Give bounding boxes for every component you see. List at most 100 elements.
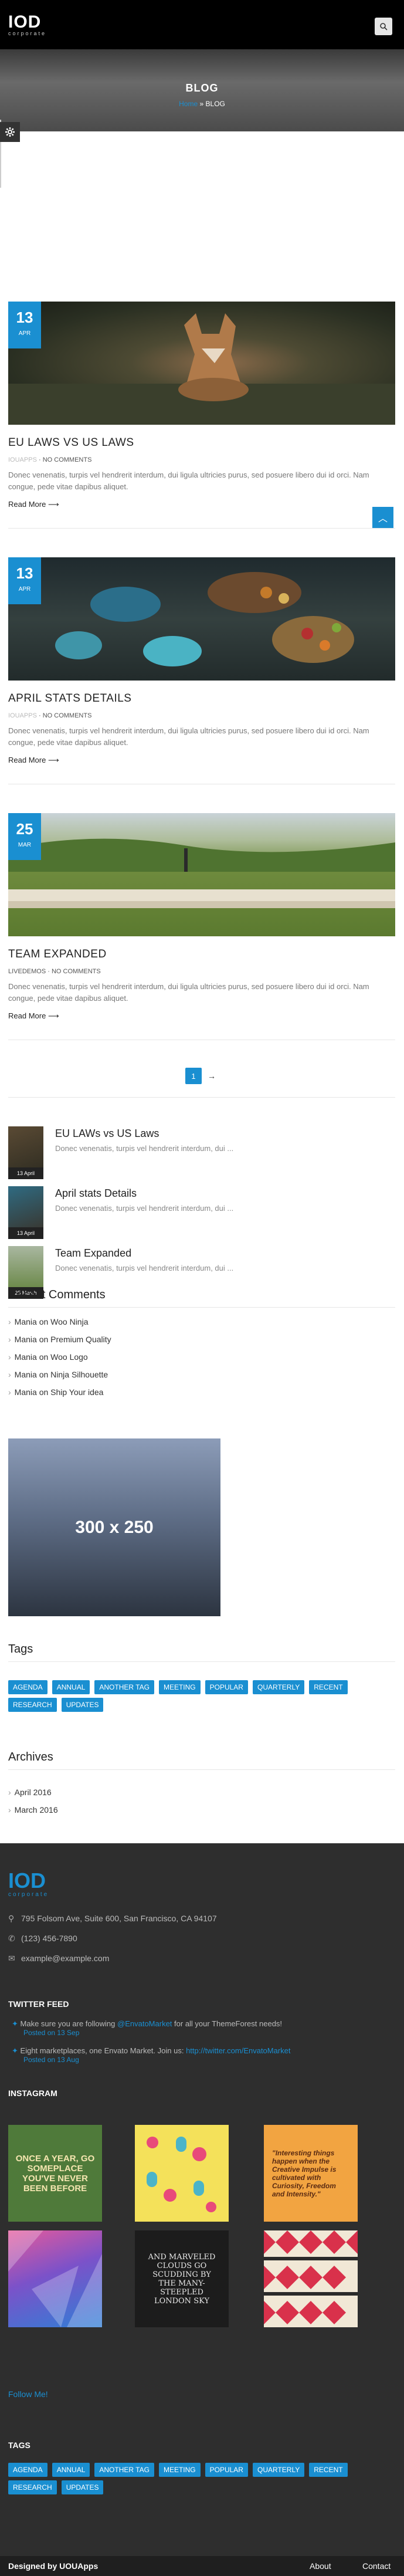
tag-link[interactable]: ANNUAL: [52, 2463, 90, 2477]
post-comments[interactable]: NO COMMENTS: [43, 456, 92, 463]
chevron-right-icon: ›: [8, 1317, 11, 1326]
recent-comments-list: › Mania on Woo Ninja › Mania on Premium Qu…: [8, 1313, 111, 1401]
post-author[interactable]: IOUAPPS: [8, 712, 37, 719]
post-title[interactable]: APRIL STATS DETAILS: [8, 692, 395, 705]
tag-link[interactable]: QUARTERLY: [252, 2463, 305, 2477]
footer-link-contact[interactable]: Contact: [362, 2561, 391, 2571]
settings-toggle[interactable]: [0, 122, 20, 142]
footer-phone: ✆ (123) 456-7890: [8, 1934, 77, 1944]
post-comments[interactable]: NO COMMENTS: [52, 968, 101, 975]
read-more-link[interactable]: Read More ⟶: [8, 756, 395, 765]
tweet-date[interactable]: Posted on 13 Aug: [23, 2056, 291, 2064]
ad-banner[interactable]: 300 x 250: [8, 1438, 220, 1616]
instagram-photo[interactable]: [264, 2230, 358, 2327]
email-text[interactable]: example@example.com: [21, 1954, 109, 1963]
tag-link[interactable]: ANOTHER TAG: [94, 2463, 154, 2477]
next-page-button[interactable]: →: [208, 1071, 216, 1081]
footer-email[interactable]: ✉ example@example.com: [8, 1954, 109, 1964]
tag-link[interactable]: RECENT: [309, 1680, 348, 1694]
archive-link[interactable]: April 2016: [15, 1788, 52, 1797]
comment-link[interactable]: Mania on Ninja Silhouette: [15, 1370, 108, 1379]
footer-logo[interactable]: IOD corporate: [8, 1870, 49, 1898]
instagram-photo[interactable]: AND MARVELED CLOUDS GO SCUDDING BY THE M…: [135, 2230, 229, 2327]
recent-post-excerpt: Donec venenatis, turpis vel hendrerit in…: [55, 1264, 234, 1272]
recent-post-thumb[interactable]: 13 April: [8, 1126, 43, 1179]
comment-link[interactable]: Mania on Woo Logo: [15, 1352, 88, 1362]
tag-link[interactable]: MEETING: [158, 1680, 201, 1694]
recent-post-title[interactable]: April stats Details: [55, 1187, 137, 1200]
chevron-right-icon: ›: [8, 1335, 11, 1344]
list-item[interactable]: › March 2016: [8, 1801, 58, 1819]
ad-size-label: 300 x 250: [75, 1517, 154, 1537]
tweet-link[interactable]: @EnvatoMarket: [117, 2019, 172, 2028]
tag-link[interactable]: POPULAR: [205, 1680, 248, 1694]
tag-link[interactable]: POPULAR: [205, 2463, 248, 2477]
instagram-title: INSTAGRAM: [8, 2088, 57, 2098]
list-item[interactable]: › Mania on Woo Ninja: [8, 1313, 111, 1331]
archive-link[interactable]: March 2016: [15, 1805, 58, 1815]
instagram-photo[interactable]: ONCE A YEAR, GO SOMEPLACE YOU'VE NEVER B…: [8, 2125, 102, 2222]
post-image[interactable]: 13 APR: [8, 302, 395, 425]
read-more-link[interactable]: Read More ⟶: [8, 500, 395, 509]
recent-post-item[interactable]: 13 April April stats Details Donec venen…: [8, 1186, 383, 1239]
instagram-photo[interactable]: "Interesting things happen when the Crea…: [264, 2125, 358, 2222]
logo-sub: corporate: [8, 31, 47, 36]
instagram-photo[interactable]: [8, 2230, 102, 2327]
tag-link[interactable]: ANNUAL: [52, 1680, 90, 1694]
recent-post-title[interactable]: Team Expanded: [55, 1247, 131, 1260]
instagram-photo[interactable]: [135, 2125, 229, 2222]
recent-post-thumb[interactable]: 13 April: [8, 1186, 43, 1239]
post-day: 13: [16, 564, 33, 582]
tag-link[interactable]: UPDATES: [61, 2480, 104, 2494]
list-item[interactable]: › Mania on Premium Quality: [8, 1331, 111, 1348]
tag-cloud: AGENDA ANNUAL ANOTHER TAG MEETING POPULA…: [8, 1680, 372, 1712]
site-logo[interactable]: IOD corporate: [8, 13, 47, 37]
post-month: APR: [18, 586, 31, 593]
tribal-pattern: [264, 2230, 358, 2327]
post-author[interactable]: IOUAPPS: [8, 456, 37, 463]
comment-link[interactable]: Mania on Premium Quality: [15, 1335, 111, 1344]
post-image[interactable]: 25 MAR: [8, 813, 395, 936]
post-day: 13: [16, 309, 33, 326]
breadcrumb-home[interactable]: Home: [179, 100, 198, 108]
tag-link[interactable]: AGENDA: [8, 2463, 47, 2477]
address-text: 795 Folsom Ave, Suite 600, San Francisco…: [21, 1914, 217, 1923]
tweet-date[interactable]: Posted on 13 Sep: [23, 2029, 282, 2037]
list-item[interactable]: › Mania on Ninja Silhouette: [8, 1366, 111, 1383]
chevron-right-icon: ›: [8, 1788, 11, 1797]
back-to-top-button[interactable]: ︿: [372, 507, 393, 528]
widget-divider: [8, 1769, 395, 1770]
list-item[interactable]: › April 2016: [8, 1783, 58, 1801]
post-image[interactable]: 13 APR: [8, 557, 395, 681]
post-comments[interactable]: NO COMMENTS: [43, 712, 92, 719]
post-month: MAR: [18, 842, 32, 848]
list-item[interactable]: › Mania on Ship Your idea: [8, 1383, 111, 1401]
tag-link[interactable]: RESEARCH: [8, 2480, 57, 2494]
read-more-link[interactable]: Read More ⟶: [8, 1011, 395, 1021]
follow-me-link[interactable]: Follow Me!: [8, 2389, 48, 2399]
tag-link[interactable]: RESEARCH: [8, 1698, 57, 1712]
recent-post-title[interactable]: EU LAWs vs US Laws: [55, 1128, 159, 1140]
tag-link[interactable]: AGENDA: [8, 1680, 47, 1694]
tweet: ✦ Eight marketplaces, one Envato Market.…: [12, 2046, 291, 2064]
footer-link-about[interactable]: About: [310, 2561, 331, 2571]
tag-link[interactable]: UPDATES: [61, 1698, 104, 1712]
blog-post: 25 MAR TEAM EXPANDED LIVEDEMOS · NO COMM…: [8, 813, 395, 1021]
tag-link[interactable]: RECENT: [309, 2463, 348, 2477]
page-1-button[interactable]: 1: [185, 1068, 202, 1084]
tag-link[interactable]: ANOTHER TAG: [94, 1680, 154, 1694]
comment-link[interactable]: Mania on Woo Ninja: [15, 1317, 89, 1326]
tag-link[interactable]: MEETING: [158, 2463, 201, 2477]
post-date-badge: 25 MAR: [8, 813, 41, 860]
comment-link[interactable]: Mania on Ship Your idea: [15, 1387, 104, 1397]
list-item[interactable]: › Mania on Woo Logo: [8, 1348, 111, 1366]
post-title[interactable]: EU LAWS VS US LAWS: [8, 436, 395, 449]
search-button[interactable]: [375, 18, 392, 35]
arrow-right-icon: ⟶: [47, 500, 59, 509]
tag-link[interactable]: QUARTERLY: [252, 1680, 305, 1694]
recent-post-item[interactable]: 13 April EU LAWs vs US Laws Donec venena…: [8, 1126, 383, 1179]
post-month: APR: [18, 330, 31, 337]
post-author[interactable]: LIVEDEMOS: [8, 968, 46, 975]
post-title[interactable]: TEAM EXPANDED: [8, 948, 395, 961]
tweet-link[interactable]: http://twitter.com/EnvatoMarket: [186, 2046, 290, 2055]
